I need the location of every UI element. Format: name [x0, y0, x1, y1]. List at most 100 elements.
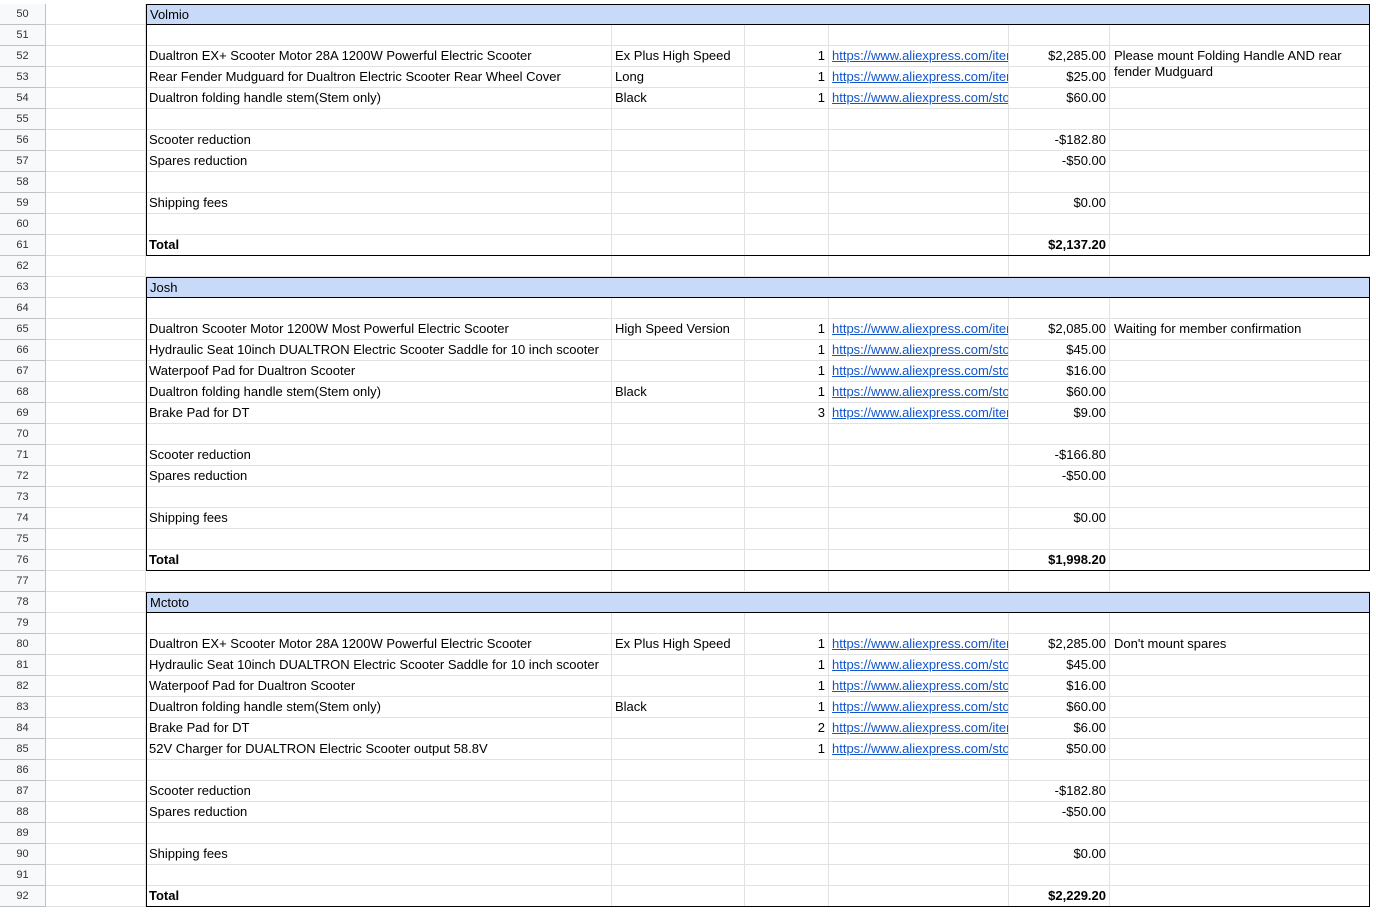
cell[interactable]: [1009, 529, 1110, 550]
item-link[interactable]: https://www.aliexpress.com/item/: [832, 69, 1008, 84]
item-price[interactable]: $2,285.00: [1009, 634, 1110, 655]
cell[interactable]: [612, 781, 745, 802]
cell[interactable]: [612, 508, 745, 529]
cell[interactable]: [1009, 571, 1110, 592]
item-description[interactable]: Waterpoof Pad for Dualtron Scooter: [146, 676, 612, 697]
item-description[interactable]: Dualtron folding handle stem(Stem only): [146, 88, 612, 109]
item-quantity[interactable]: 1: [745, 67, 829, 88]
adjustment-label[interactable]: Shipping fees: [146, 508, 612, 529]
cell[interactable]: [612, 214, 745, 235]
row-number[interactable]: 91: [0, 865, 46, 886]
cell[interactable]: [46, 634, 146, 655]
item-link-cell[interactable]: https://www.aliexpress.com/store/: [829, 382, 1009, 403]
row-number[interactable]: 54: [0, 88, 46, 109]
adjustment-label[interactable]: Scooter reduction: [146, 781, 612, 802]
item-price[interactable]: $16.00: [1009, 361, 1110, 382]
adjustment-value[interactable]: $0.00: [1009, 508, 1110, 529]
row-number[interactable]: 51: [0, 25, 46, 46]
item-variant[interactable]: [612, 718, 745, 739]
cell[interactable]: [745, 781, 829, 802]
cell[interactable]: [46, 193, 146, 214]
cell[interactable]: [745, 823, 829, 844]
cell[interactable]: [1009, 424, 1110, 445]
cell[interactable]: [745, 130, 829, 151]
cell[interactable]: [745, 445, 829, 466]
item-quantity[interactable]: 1: [745, 634, 829, 655]
cell[interactable]: [829, 214, 1009, 235]
item-price[interactable]: $60.00: [1009, 697, 1110, 718]
cell[interactable]: [829, 466, 1009, 487]
total-value[interactable]: $1,998.20: [1009, 550, 1110, 571]
cell[interactable]: [745, 214, 829, 235]
cell[interactable]: [745, 844, 829, 865]
row-number[interactable]: 86: [0, 760, 46, 781]
row-number[interactable]: 81: [0, 655, 46, 676]
item-description[interactable]: Rear Fender Mudguard for Dualtron Electr…: [146, 67, 612, 88]
row-number[interactable]: 85: [0, 739, 46, 760]
cell[interactable]: [146, 424, 612, 445]
item-link-cell[interactable]: https://www.aliexpress.com/item/: [829, 718, 1009, 739]
cell[interactable]: [1110, 550, 1370, 571]
row-number[interactable]: 72: [0, 466, 46, 487]
adjustment-label[interactable]: Spares reduction: [146, 802, 612, 823]
row-number[interactable]: 60: [0, 214, 46, 235]
item-link-cell[interactable]: https://www.aliexpress.com/item/: [829, 46, 1009, 67]
adjustment-value[interactable]: $0.00: [1009, 844, 1110, 865]
item-link[interactable]: https://www.aliexpress.com/item/: [832, 48, 1008, 63]
item-price[interactable]: $6.00: [1009, 718, 1110, 739]
cell[interactable]: [46, 298, 146, 319]
adjustment-label[interactable]: Shipping fees: [146, 193, 612, 214]
row-number[interactable]: 74: [0, 508, 46, 529]
item-link-cell[interactable]: https://www.aliexpress.com/store/: [829, 88, 1009, 109]
item-price[interactable]: $25.00: [1009, 67, 1110, 88]
cell[interactable]: [829, 487, 1009, 508]
cell[interactable]: [612, 445, 745, 466]
cell[interactable]: [829, 802, 1009, 823]
item-link-cell[interactable]: https://www.aliexpress.com/store/: [829, 655, 1009, 676]
cell[interactable]: [46, 46, 146, 67]
cell[interactable]: [1110, 256, 1370, 277]
cell[interactable]: [46, 151, 146, 172]
adjustment-label[interactable]: Scooter reduction: [146, 130, 612, 151]
cell[interactable]: [1110, 172, 1370, 193]
item-description[interactable]: Waterpoof Pad for Dualtron Scooter: [146, 361, 612, 382]
cell[interactable]: [745, 487, 829, 508]
cell[interactable]: [745, 865, 829, 886]
item-variant[interactable]: High Speed Version: [612, 319, 745, 340]
cell[interactable]: [46, 676, 146, 697]
cell[interactable]: [612, 571, 745, 592]
item-link-cell[interactable]: https://www.aliexpress.com/store/: [829, 697, 1009, 718]
item-price[interactable]: $60.00: [1009, 382, 1110, 403]
cell[interactable]: [612, 151, 745, 172]
row-number[interactable]: 58: [0, 172, 46, 193]
cell[interactable]: [612, 550, 745, 571]
cell[interactable]: [829, 25, 1009, 46]
item-description[interactable]: Dualtron EX+ Scooter Motor 28A 1200W Pow…: [146, 634, 612, 655]
item-variant[interactable]: [612, 739, 745, 760]
item-description[interactable]: Hydraulic Seat 10inch DUALTRON Electric …: [146, 655, 612, 676]
cell[interactable]: [46, 277, 146, 298]
cell[interactable]: [1110, 151, 1370, 172]
item-link-cell[interactable]: https://www.aliexpress.com/item/: [829, 634, 1009, 655]
row-number[interactable]: 79: [0, 613, 46, 634]
cell[interactable]: [1110, 844, 1370, 865]
row-number[interactable]: 55: [0, 109, 46, 130]
cell[interactable]: [1110, 235, 1370, 256]
cell[interactable]: [146, 298, 612, 319]
cell[interactable]: [1110, 760, 1370, 781]
cell[interactable]: [829, 613, 1009, 634]
cell[interactable]: [1110, 739, 1370, 760]
cell[interactable]: [829, 760, 1009, 781]
cell[interactable]: [46, 886, 146, 907]
cell[interactable]: [46, 319, 146, 340]
group-note[interactable]: Waiting for member confirmation: [1111, 319, 1361, 339]
cell[interactable]: [146, 214, 612, 235]
item-link-cell[interactable]: https://www.aliexpress.com/item/: [829, 67, 1009, 88]
adjustment-label[interactable]: Scooter reduction: [146, 445, 612, 466]
cell[interactable]: [1110, 823, 1370, 844]
row-number[interactable]: 62: [0, 256, 46, 277]
cell[interactable]: [46, 718, 146, 739]
row-number[interactable]: 53: [0, 67, 46, 88]
row-number[interactable]: 64: [0, 298, 46, 319]
cell[interactable]: [1009, 865, 1110, 886]
